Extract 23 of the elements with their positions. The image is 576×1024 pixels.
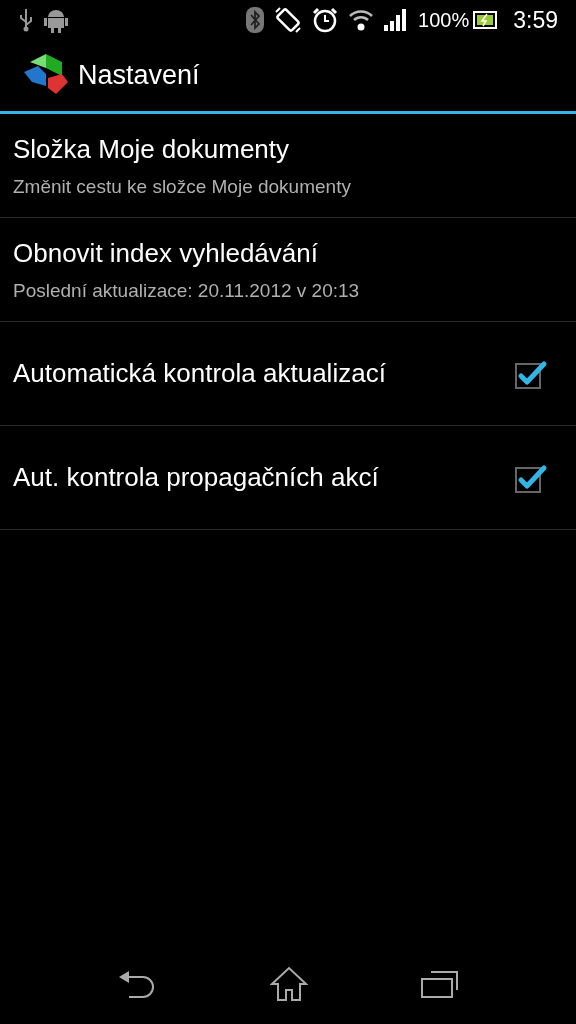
battery-icon bbox=[473, 11, 498, 29]
settings-item[interactable]: Složka Moje dokumenty Změnit cestu ke složce Moje dokumenty bbox=[0, 114, 576, 218]
settings-item[interactable]: Obnovit index vyhledávání Poslední aktualizace: 20.11.2012 v 20:13 bbox=[0, 218, 576, 322]
screen-title: Nastavení bbox=[78, 59, 200, 93]
setting-summary: Změnit cestu ke složce Moje dokumenty bbox=[13, 174, 352, 199]
setting-title: Obnovit index vyhledávání bbox=[13, 236, 319, 270]
setting-title: Složka Moje dokumenty bbox=[13, 132, 291, 166]
home-icon[interactable] bbox=[270, 966, 308, 1002]
alarm-icon bbox=[312, 7, 339, 33]
setting-title: Aut. kontrola propagačních akcí bbox=[13, 461, 380, 494]
settings-item[interactable]: Automatická kontrola aktualizací bbox=[0, 322, 576, 426]
recent-apps-icon[interactable] bbox=[421, 970, 460, 998]
clock: 3:59 bbox=[513, 5, 558, 35]
signal-icon bbox=[384, 9, 409, 31]
battery-percent: 100% bbox=[418, 8, 470, 33]
rotation-icon bbox=[274, 6, 303, 34]
settings-item[interactable]: Aut. kontrola propagačních akcí bbox=[0, 426, 576, 530]
usb-icon bbox=[18, 8, 34, 32]
android-icon bbox=[44, 7, 68, 33]
setting-title: Automatická kontrola aktualizací bbox=[13, 357, 387, 390]
bluetooth-icon bbox=[246, 7, 265, 33]
setting-summary: Poslední aktualizace: 20.11.2012 v 20:13 bbox=[13, 278, 361, 303]
wifi-icon bbox=[348, 8, 375, 32]
